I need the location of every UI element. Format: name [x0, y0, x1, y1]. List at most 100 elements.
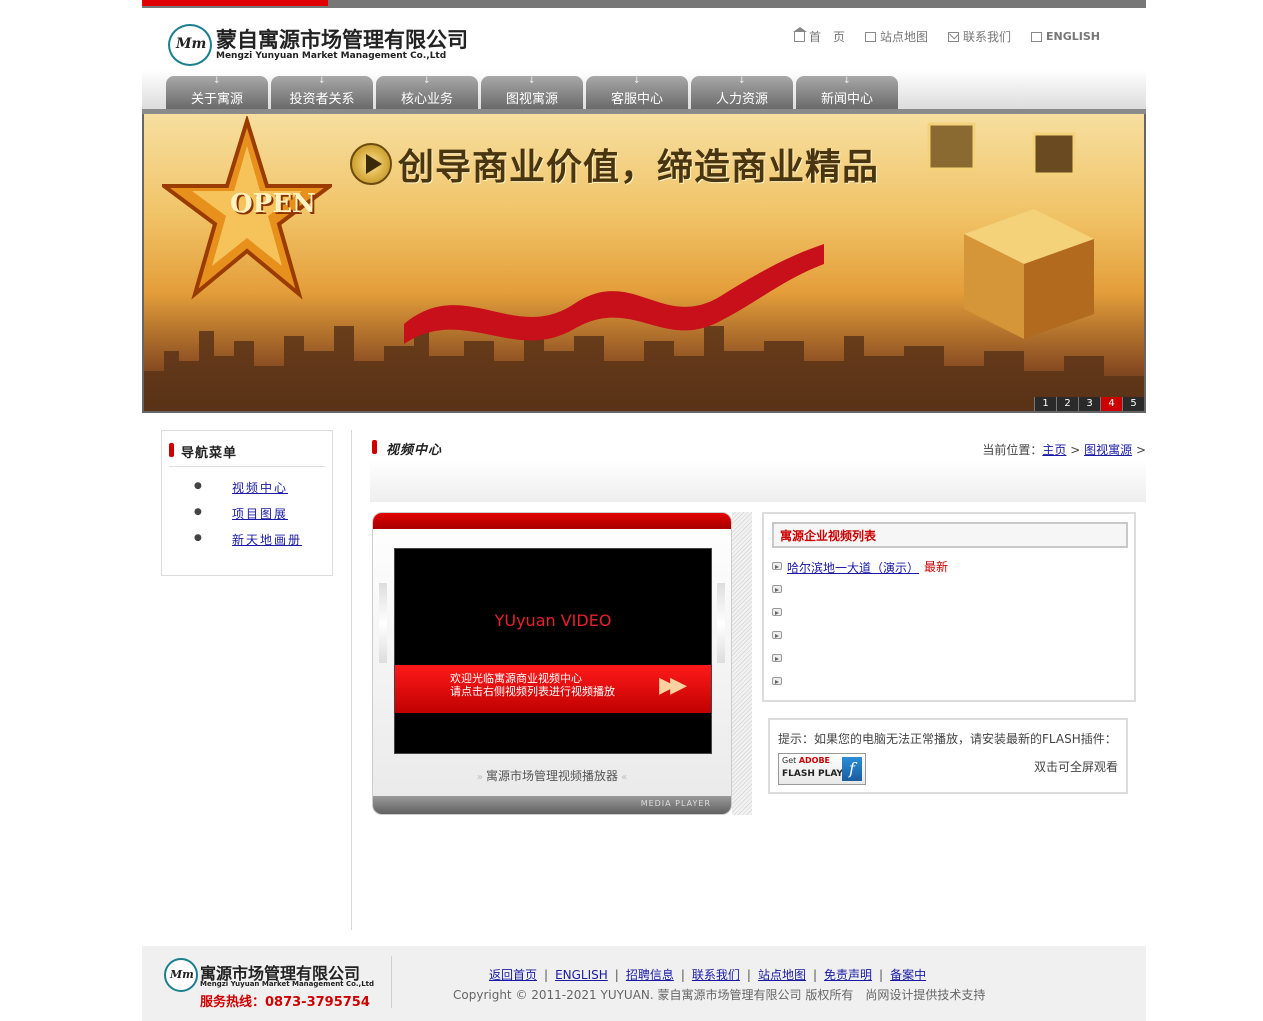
sidebar-header: 导航菜单 [169, 441, 325, 467]
chevron-left-icon: « [618, 772, 628, 783]
list-item [772, 671, 1112, 694]
red-ribbon-image [404, 244, 824, 344]
nav-tab-media[interactable]: ↓ 图视寓源 [481, 76, 583, 109]
footer-link-contact[interactable]: 联系我们 [692, 968, 740, 982]
footer-link-home[interactable]: 返回首页 [453, 968, 537, 982]
nav-tab-label: 核心业务 [400, 92, 453, 107]
chevron-down-icon: ↓ [423, 76, 431, 86]
link-separator: | [746, 968, 751, 982]
bullet-icon: ● [194, 507, 202, 517]
player-bottom-bar: MEDIA PLAYER [373, 796, 731, 814]
footer-links: 返回首页 | ENGLISH | 招聘信息 | 联系我们 | 站点地图 | 免责声明 | 备案中 [453, 966, 926, 983]
banner-page-2[interactable]: 2 [1056, 397, 1078, 411]
breadcrumb-separator: > [1135, 443, 1146, 457]
banner-page-3[interactable]: 3 [1078, 397, 1100, 411]
logo-mark-text: Mm [170, 968, 194, 981]
top-link-label: 站点地图 [879, 30, 928, 44]
page: Mm 蒙自寓源市场管理有限公司 Mengzi Yunyuan Market Ma… [142, 0, 1146, 1021]
hero-banner[interactable]: OPEN 创导商业价值，缔造商业精品 1 2 3 4 5 [142, 114, 1146, 413]
get-flash-player-button[interactable]: Get ADOBE FLASH PLAYER f [778, 753, 866, 785]
banner-page-4[interactable]: 4 [1100, 397, 1122, 411]
nav-tab-service[interactable]: ↓ 客服中心 [586, 76, 688, 109]
link-separator: | [544, 968, 549, 982]
bullet-icon: ● [194, 481, 202, 491]
sidebar-item: ● 视频中心 [162, 477, 332, 503]
nav-tab-hr[interactable]: ↓ 人力资源 [691, 76, 793, 109]
nav-tab-news[interactable]: ↓ 新闻中心 [796, 76, 898, 109]
sidebar-item: ● 新天地画册 [162, 529, 332, 555]
banner-page-5[interactable]: 5 [1122, 397, 1144, 411]
video-screen[interactable]: YUyuan VIDEO 欢迎光临寓源商业视频中心 请点击右侧视频列表进行视频播… [394, 548, 712, 754]
mail-icon [948, 31, 959, 42]
sidebar-item: ● 项目图展 [162, 503, 332, 529]
logo-company-name: 蒙自寓源市场管理有限公司 [216, 28, 468, 52]
list-item [772, 625, 1112, 648]
new-badge: 最新 [924, 560, 949, 574]
video-list-title: 寓源企业视频列表 [780, 529, 877, 543]
nav-tab-business[interactable]: ↓ 核心业务 [376, 76, 478, 109]
document-icon [1031, 31, 1043, 42]
welcome-band: 欢迎光临寓源商业视频中心 请点击右侧视频列表进行视频播放 ▶▶ [395, 665, 711, 713]
list-item [772, 602, 1112, 625]
sidebar-title: 导航菜单 [181, 446, 238, 461]
video-logo: YUyuan VIDEO [494, 611, 612, 630]
footer-link-jobs[interactable]: 招聘信息 [626, 968, 674, 982]
nav-tab-about[interactable]: ↓ 关于寓源 [166, 76, 268, 109]
badge-adobe: ADOBE [798, 756, 831, 765]
logo-mark-icon: Mm [164, 958, 198, 992]
title-marker-icon [169, 443, 174, 457]
arrow-bullet-icon [772, 654, 782, 662]
page-title: 视频中心 [386, 443, 443, 458]
nav-tab-label: 客服中心 [610, 92, 663, 107]
list-item [772, 579, 1112, 602]
link-separator: | [812, 968, 818, 982]
badge-get-text: Get ADOBE [782, 756, 830, 765]
top-links: 首 页 站点地图 联系我们 ENGLISH [792, 26, 1100, 45]
nav-tab-investors[interactable]: ↓ 投资者关系 [271, 76, 373, 109]
arrow-bullet-icon [772, 631, 782, 639]
nav-tab-label: 投资者关系 [289, 92, 355, 107]
title-marker-icon [372, 440, 377, 454]
breadcrumb: 当前位置：主页 > 图视寓源 > [982, 441, 1146, 458]
breadcrumb-separator: > [1070, 443, 1081, 457]
chevron-right-icon: ▶▶ [659, 673, 687, 698]
footer-hotline: 服务热线：0873-3795754 [200, 995, 370, 1010]
player-right-edge [717, 583, 725, 663]
footer: Mm 寓源市场管理有限公司 Mengzi Yuyuan Market Manag… [142, 946, 1146, 1021]
top-link-english[interactable]: ENGLISH [1031, 28, 1100, 45]
video-list-header: 寓源企业视频列表 [772, 522, 1128, 548]
breadcrumb-home-link[interactable]: 主页 [1042, 443, 1066, 457]
video-player[interactable]: YUyuan VIDEO 欢迎光临寓源商业视频中心 请点击右侧视频列表进行视频播… [372, 512, 732, 815]
banner-page-1[interactable]: 1 [1034, 397, 1056, 411]
logo[interactable]: Mm 蒙自寓源市场管理有限公司 Mengzi Yunyuan Market Ma… [168, 22, 468, 68]
nav-tab-label: 关于寓源 [190, 92, 243, 107]
top-link-label: ENGLISH [1046, 30, 1100, 43]
sidebar-item-album[interactable]: 新天地画册 [232, 531, 302, 548]
cube-image [927, 122, 1094, 339]
sidebar-item-projects[interactable]: 项目图展 [232, 505, 288, 522]
footer-link-disclaimer[interactable]: 免责声明 [824, 968, 872, 982]
logo-mark-text: Mm [176, 36, 207, 52]
breadcrumb-section-link[interactable]: 图视寓源 [1084, 443, 1132, 457]
video-link[interactable]: 哈尔滨地一大道（演示） [787, 559, 919, 576]
sidebar-item-video[interactable]: 视频中心 [232, 479, 288, 496]
breadcrumb-prefix: 当前位置： [982, 443, 1043, 457]
bullet-icon: ● [194, 533, 202, 543]
slogan-text: 创导商业价值，缔造商业精品 [398, 147, 880, 188]
top-link-sitemap[interactable]: 站点地图 [864, 28, 928, 45]
list-item [772, 648, 1112, 671]
play-icon [350, 143, 392, 185]
chevron-down-icon: ↓ [843, 76, 851, 86]
top-link-label: 首 页 [808, 30, 845, 44]
footer-link-icp[interactable]: 备案中 [890, 968, 926, 982]
flash-tip-text: 提示：如果您的电脑无法正常播放，请安装最新的FLASH插件： [778, 732, 1117, 746]
flash-tip-panel: 提示：如果您的电脑无法正常播放，请安装最新的FLASH插件： Get ADOBE… [768, 718, 1128, 794]
top-link-home[interactable]: 首 页 [792, 26, 845, 45]
chevron-down-icon: ↓ [213, 76, 221, 86]
footer-divider [391, 956, 392, 1008]
footer-link-english[interactable]: ENGLISH [555, 968, 608, 982]
footer-link-sitemap[interactable]: 站点地图 [758, 968, 806, 982]
top-link-contact[interactable]: 联系我们 [948, 28, 1011, 45]
logo-mark-icon: Mm [168, 24, 212, 66]
chevron-down-icon: ↓ [738, 76, 746, 86]
